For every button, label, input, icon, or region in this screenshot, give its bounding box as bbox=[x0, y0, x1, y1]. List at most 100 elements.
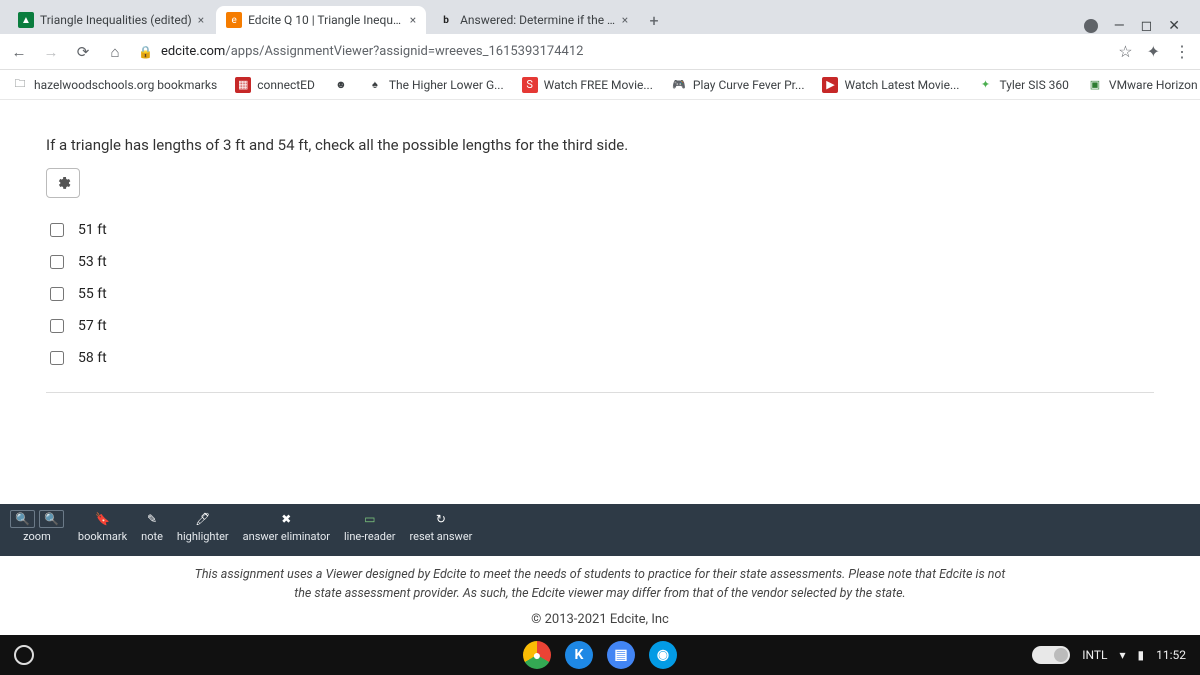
tab-title: Answered: Determine if the side bbox=[460, 13, 616, 27]
option-label: 53 ft bbox=[78, 254, 107, 270]
docs-app-icon[interactable]: ▤ bbox=[607, 641, 635, 669]
minimize-icon[interactable]: — bbox=[1114, 18, 1125, 34]
highlighter-tool[interactable]: 🖊 highlighter bbox=[177, 510, 229, 543]
bookmark-favicon-icon: ♠ bbox=[367, 77, 383, 93]
tab-title: Edcite Q 10 | Triangle Inequalitie bbox=[248, 13, 404, 27]
favicon-icon: ▲ bbox=[18, 12, 34, 28]
extensions-icon[interactable]: ✦ bbox=[1147, 42, 1160, 61]
menu-icon[interactable]: ⋮ bbox=[1174, 42, 1190, 61]
url-input[interactable]: 🔒 edcite.com/apps/AssignmentViewer?assig… bbox=[138, 44, 1104, 59]
option-checkbox[interactable] bbox=[50, 351, 64, 365]
answer-option[interactable]: 53 ft bbox=[46, 246, 1154, 278]
lock-icon: 🔒 bbox=[138, 45, 153, 59]
reset-icon: ↻ bbox=[436, 512, 446, 526]
browser-tab[interactable]: b Answered: Determine if the side × bbox=[428, 6, 638, 34]
note-tool[interactable]: ✎ note bbox=[141, 510, 163, 543]
reset-answer-tool[interactable]: ↻ reset answer bbox=[410, 510, 473, 543]
answer-option[interactable]: 57 ft bbox=[46, 310, 1154, 342]
close-window-icon[interactable]: ✕ bbox=[1168, 18, 1180, 34]
bookmark-item[interactable]: ▣VMware Horizon bbox=[1087, 77, 1198, 93]
note-icon: ✎ bbox=[147, 512, 157, 526]
back-icon[interactable]: ← bbox=[10, 43, 28, 61]
option-checkbox[interactable] bbox=[50, 287, 64, 301]
url-path: /apps/AssignmentViewer?assignid=wreeves_… bbox=[225, 44, 583, 59]
chrome-app-icon[interactable]: ● bbox=[523, 641, 551, 669]
edcite-toolbar: 🔍🔍 zoom 🔖 bookmark ✎ note 🖊 highlighter … bbox=[0, 504, 1200, 556]
close-icon[interactable]: × bbox=[622, 13, 628, 27]
bookmark-item[interactable]: ▦connectED bbox=[235, 77, 315, 93]
browser-tab[interactable]: ▲ Triangle Inequalities (edited) × bbox=[8, 6, 214, 34]
question-text: If a triangle has lengths of 3 ft and 54… bbox=[46, 136, 1154, 154]
zoom-tool[interactable]: 🔍🔍 zoom bbox=[10, 510, 64, 543]
folder-icon: 🗀 bbox=[12, 77, 28, 93]
bookmark-item[interactable]: ▶Watch Latest Movie... bbox=[822, 77, 959, 93]
bookmark-icon: 🔖 bbox=[95, 512, 110, 526]
favicon-icon: e bbox=[226, 12, 242, 28]
url-host: edcite.com bbox=[161, 44, 225, 59]
close-icon[interactable]: × bbox=[410, 13, 416, 27]
bookmarks-bar: 🗀hazelwoodschools.org bookmarks ▦connect… bbox=[0, 70, 1200, 100]
os-taskbar: ● K ▤ ◉ INTL ▾ ▮ 11:52 bbox=[0, 635, 1200, 675]
option-checkbox[interactable] bbox=[50, 319, 64, 333]
settings-button[interactable] bbox=[46, 168, 80, 198]
bookmark-item[interactable]: 🗀hazelwoodschools.org bookmarks bbox=[12, 77, 217, 93]
page-content: If a triangle has lengths of 3 ft and 54… bbox=[0, 100, 1200, 635]
options-list: 51 ft 53 ft 55 ft 57 ft 58 ft bbox=[46, 214, 1154, 393]
bookmark-favicon-icon: ▶ bbox=[822, 77, 838, 93]
option-label: 51 ft bbox=[78, 222, 107, 238]
star-icon[interactable]: ☆ bbox=[1118, 42, 1132, 61]
answer-option[interactable]: 55 ft bbox=[46, 278, 1154, 310]
zoom-in-icon[interactable]: 🔍 bbox=[10, 510, 35, 528]
bookmark-favicon-icon: ▦ bbox=[235, 77, 251, 93]
bookmark-item[interactable]: 🎮Play Curve Fever Pr... bbox=[671, 77, 805, 93]
bookmark-favicon-icon: ✦ bbox=[977, 77, 993, 93]
launcher-icon bbox=[14, 645, 34, 665]
close-icon[interactable]: × bbox=[198, 13, 204, 27]
camera-app-icon[interactable]: ◉ bbox=[649, 641, 677, 669]
maximize-icon[interactable]: ◻ bbox=[1141, 18, 1153, 34]
eliminate-icon: ✖ bbox=[281, 512, 291, 526]
reload-icon[interactable]: ⟳ bbox=[74, 43, 92, 61]
new-tab-button[interactable]: + bbox=[640, 6, 668, 34]
status-pill[interactable] bbox=[1032, 646, 1070, 664]
home-icon[interactable]: ⌂ bbox=[106, 43, 124, 61]
forward-icon[interactable]: → bbox=[42, 43, 60, 61]
bookmark-favicon-icon: S bbox=[522, 77, 538, 93]
option-label: 58 ft bbox=[78, 350, 107, 366]
option-checkbox[interactable] bbox=[50, 255, 64, 269]
bookmark-item[interactable]: SWatch FREE Movie... bbox=[522, 77, 653, 93]
answer-option[interactable]: 58 ft bbox=[46, 342, 1154, 374]
keyboard-indicator[interactable]: INTL bbox=[1082, 648, 1107, 662]
account-icon[interactable] bbox=[1084, 19, 1098, 33]
kami-app-icon[interactable]: K bbox=[565, 641, 593, 669]
footer-note: This assignment uses a Viewer designed b… bbox=[80, 566, 1120, 604]
footer-copyright: © 2013-2021 Edcite, Inc bbox=[80, 610, 1120, 630]
favicon-icon: b bbox=[438, 12, 454, 28]
answer-option[interactable]: 51 ft bbox=[46, 214, 1154, 246]
answer-eliminator-tool[interactable]: ✖ answer eliminator bbox=[243, 510, 330, 543]
option-label: 57 ft bbox=[78, 318, 107, 334]
bookmark-item[interactable]: ☻ bbox=[333, 77, 349, 93]
battery-icon[interactable]: ▮ bbox=[1138, 648, 1145, 662]
footer: This assignment uses a Viewer designed b… bbox=[0, 556, 1200, 635]
bookmark-favicon-icon: ▣ bbox=[1087, 77, 1103, 93]
tab-title: Triangle Inequalities (edited) bbox=[40, 13, 192, 27]
highlighter-icon: 🖊 bbox=[195, 512, 210, 526]
gear-icon bbox=[55, 175, 71, 191]
address-bar: ← → ⟳ ⌂ 🔒 edcite.com/apps/AssignmentView… bbox=[0, 34, 1200, 70]
bookmark-favicon-icon: ☻ bbox=[333, 77, 349, 93]
bookmark-tool[interactable]: 🔖 bookmark bbox=[78, 510, 127, 543]
wifi-icon[interactable]: ▾ bbox=[1119, 648, 1125, 662]
bookmark-favicon-icon: 🎮 bbox=[671, 77, 687, 93]
browser-tab-active[interactable]: e Edcite Q 10 | Triangle Inequalitie × bbox=[216, 6, 426, 34]
line-reader-icon: ▭ bbox=[364, 512, 375, 526]
launcher-button[interactable] bbox=[14, 645, 34, 665]
option-label: 55 ft bbox=[78, 286, 107, 302]
browser-tab-strip: ▲ Triangle Inequalities (edited) × e Edc… bbox=[0, 0, 1200, 34]
option-checkbox[interactable] bbox=[50, 223, 64, 237]
bookmark-item[interactable]: ♠The Higher Lower G... bbox=[367, 77, 504, 93]
line-reader-tool[interactable]: ▭ line-reader bbox=[344, 510, 396, 543]
clock[interactable]: 11:52 bbox=[1156, 648, 1186, 662]
bookmark-item[interactable]: ✦Tyler SIS 360 bbox=[977, 77, 1068, 93]
zoom-out-icon[interactable]: 🔍 bbox=[39, 510, 64, 528]
